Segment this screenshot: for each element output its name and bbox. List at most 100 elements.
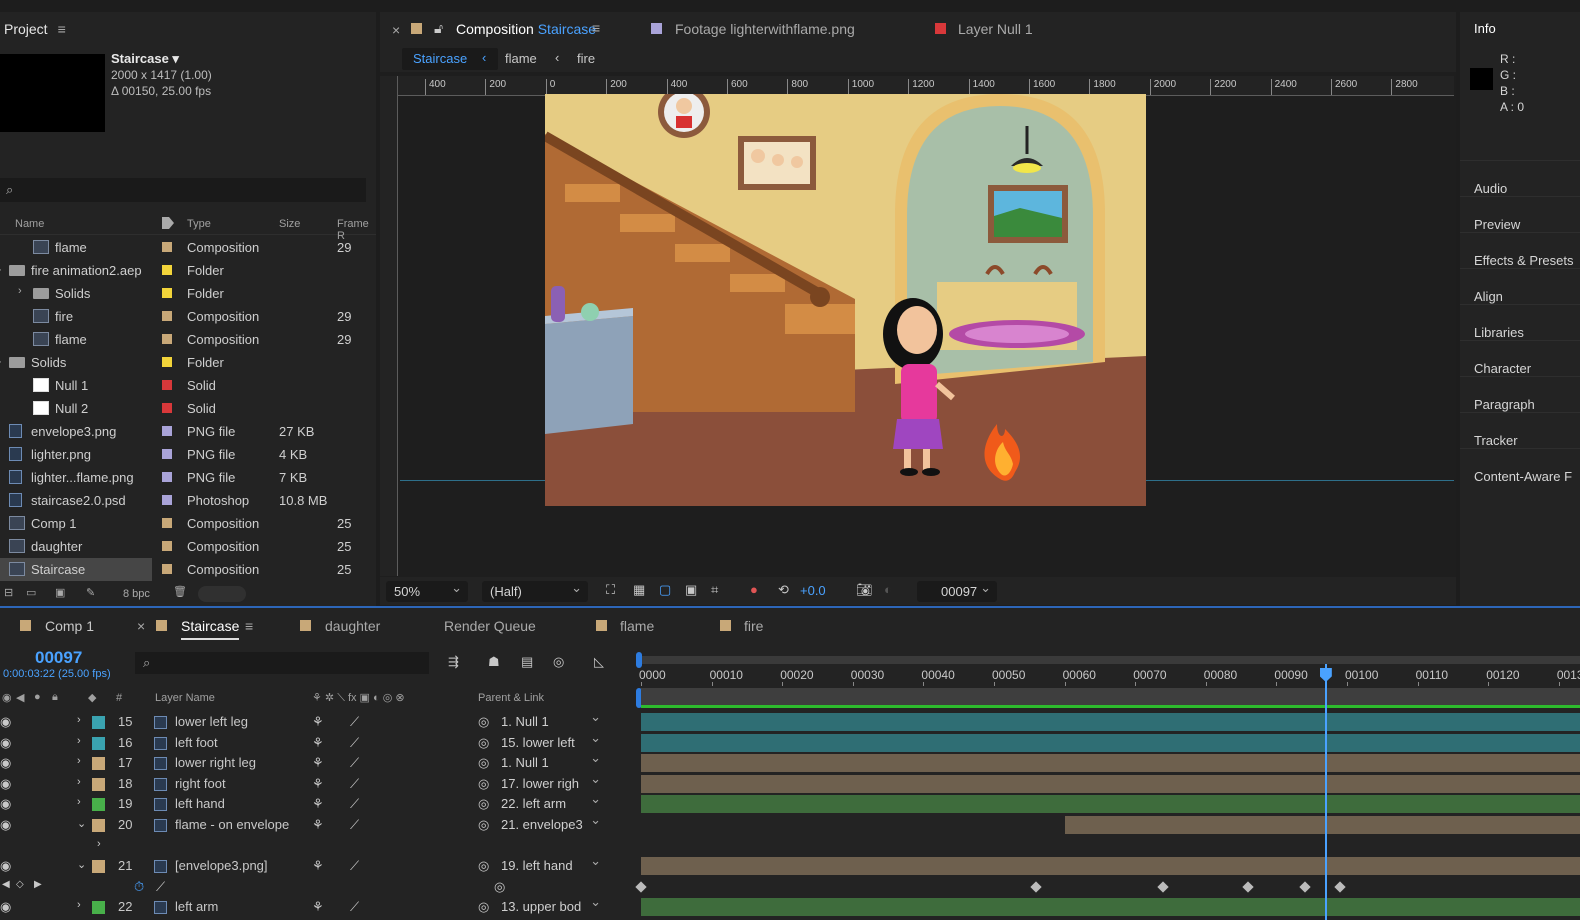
layer-label-swatch[interactable] [92,798,105,812]
layer-label-swatch[interactable] [92,757,105,771]
keyframe[interactable] [1298,881,1311,893]
layer-duration-bar[interactable] [641,733,1580,752]
quality-switch-icon[interactable]: ⟋ [350,899,359,915]
tab-composition[interactable]: Composition Staircase [456,21,596,37]
label-color-swatch[interactable] [162,518,172,528]
quality-switch-icon[interactable]: ⟋ [350,714,359,730]
video-toggle-icon[interactable]: ◉ [2,691,12,704]
prev-keyframe-icon[interactable]: ◀ [2,879,10,890]
layer-name[interactable]: left foot [175,735,218,750]
composition-canvas[interactable] [545,94,1146,506]
project-item[interactable]: lighter...flame.png PNG file 7 KB [0,466,356,489]
panel-item[interactable]: Preview [1474,217,1520,232]
audio-toggle-icon[interactable]: ◀ [16,691,24,704]
keyframe[interactable] [1242,881,1254,893]
transform-row[interactable]: › [0,836,632,856]
expand-arrow-icon[interactable]: › [18,285,22,297]
eye-icon[interactable]: ◉ [0,735,11,751]
col-type[interactable]: Type [187,218,211,230]
brush-icon[interactable]: ✎ [86,586,95,599]
panel-item[interactable]: Audio [1474,181,1507,196]
expand-arrow-icon[interactable]: › [97,838,101,850]
layer-label-swatch[interactable] [92,716,105,729]
switches-icons[interactable]: ⚘ ✲ ⟍ fx ▣ ◐ ◎ ⊗ [312,691,405,705]
tab-daughter[interactable]: daughter [325,618,380,634]
zoom-select[interactable]: 50% [386,577,468,602]
playhead[interactable] [1324,664,1327,920]
layer-name[interactable]: flame - on envelope [175,817,289,832]
camera-snapshot-icon[interactable]: 📷︎ [856,582,873,598]
project-item[interactable]: Comp 1 Composition 25 [0,512,356,535]
quality-switch-icon[interactable]: ⟋ [350,796,359,812]
label-color-swatch[interactable] [162,426,172,436]
label-color-swatch[interactable] [162,380,172,390]
label-column-icon[interactable]: ◆ [88,691,96,704]
expand-arrow-icon[interactable]: ⌄ [0,354,3,367]
expand-arrow-icon[interactable]: ⌄ [77,817,86,830]
layer-row[interactable]: ◉ ⌄ 21 [envelope3.png] ⚘ ⟋ ◎ 19. left hand [0,853,632,876]
layer-label-swatch[interactable] [92,736,105,750]
parent-select[interactable]: 13. upper bod [501,894,605,917]
timecode-display[interactable]: 00097 [35,648,82,668]
work-area-bar[interactable] [642,656,1580,664]
exposure-value[interactable]: +0.0 [800,583,826,598]
layer-row[interactable]: ◉ › 17 lower right leg ⚘ ⟋ ◎ 1. Null 1 [0,750,632,773]
quality-switch-icon[interactable]: ⟋ [350,817,359,833]
shy-switch-icon[interactable]: ⚘ [312,714,324,730]
pick-whip-icon[interactable]: ◎ [478,776,489,792]
keyframe[interactable] [635,881,647,893]
tab-render-queue[interactable]: Render Queue [444,618,536,634]
pick-whip-icon[interactable]: ◎ [478,735,489,751]
expand-arrow-icon[interactable]: › [77,776,81,788]
show-snapshot-icon[interactable]: ◐ [884,582,892,597]
layer-duration-bar[interactable] [641,795,1580,814]
label-color-swatch[interactable] [162,403,172,413]
col-name[interactable]: Name [15,218,44,230]
label-color-swatch[interactable] [162,541,172,551]
label-color-swatch[interactable] [162,288,172,298]
layer-duration-bar[interactable] [641,713,1580,731]
quality-switch-icon[interactable]: ⟋ [350,858,359,874]
project-item[interactable]: envelope3.png PNG file 27 KB [0,420,356,443]
project-item[interactable]: flame Composition 29 [0,328,356,351]
project-item[interactable]: Staircase Composition 25 [0,558,351,581]
project-item[interactable]: ⌄ fire animation2.aep Folder [0,259,356,282]
quality-switch-icon[interactable]: ⟋ [350,776,359,792]
channel-icon[interactable]: ● [750,582,758,597]
pick-whip-icon[interactable]: ◎ [478,899,489,915]
label-color-swatch[interactable] [162,311,172,321]
keyframe[interactable] [1030,881,1043,893]
parent-select[interactable]: 19. left hand [501,853,605,876]
time-ruler[interactable]: 0000 00010 00020 00030 00040 00050 00060 00070 0… [639,664,1580,686]
label-color-swatch[interactable] [162,334,172,344]
tab-staircase[interactable]: Staircase [181,618,240,640]
pick-whip-icon[interactable]: ◎ [478,858,489,874]
shy-switch-icon[interactable]: ⚘ [312,776,324,792]
layer-label-swatch[interactable] [92,777,105,791]
panel-item[interactable]: Effects & Presets [1474,253,1573,268]
selected-item-name[interactable]: Staircase ▾ [111,51,212,67]
panel-item[interactable]: Tracker [1474,433,1518,448]
layer-duration-bar[interactable] [1064,816,1580,834]
position-property-row[interactable]: ◀ ◇ ▶ ⏱︎ ⟋ ◎ [0,877,632,897]
tab-footage[interactable]: Footage lighterwithflame.png [675,21,855,37]
panel-item[interactable]: Paragraph [1474,397,1535,412]
shy-switch-icon[interactable]: ⚘ [312,899,324,915]
eye-icon[interactable]: ◉ [0,796,11,812]
pick-whip-icon[interactable]: ◎ [478,796,489,812]
crumb-fire[interactable]: fire [577,51,595,66]
eye-icon[interactable]: ◉ [0,899,11,915]
quality-switch-icon[interactable]: ⟋ [350,755,359,771]
graph-icon[interactable]: ⟋ [156,879,165,895]
project-item[interactable]: staircase2.0.psd Photoshop 10.8 MB [0,489,356,512]
layer-label-swatch[interactable] [92,860,105,874]
layer-name[interactable]: left arm [175,899,218,914]
panel-item[interactable]: Align [1474,289,1503,304]
shy-icon[interactable]: ☗ [488,654,500,670]
layer-duration-bar[interactable] [641,774,1580,793]
current-frame-field[interactable]: 00097 [917,577,997,602]
eye-icon[interactable]: ◉ [0,858,11,874]
layer-row[interactable]: ◉ › 18 right foot ⚘ ⟋ ◎ 17. lower righ [0,771,632,794]
shy-switch-icon[interactable]: ⚘ [312,817,324,833]
tab-menu-icon[interactable]: ≡ [245,618,253,634]
